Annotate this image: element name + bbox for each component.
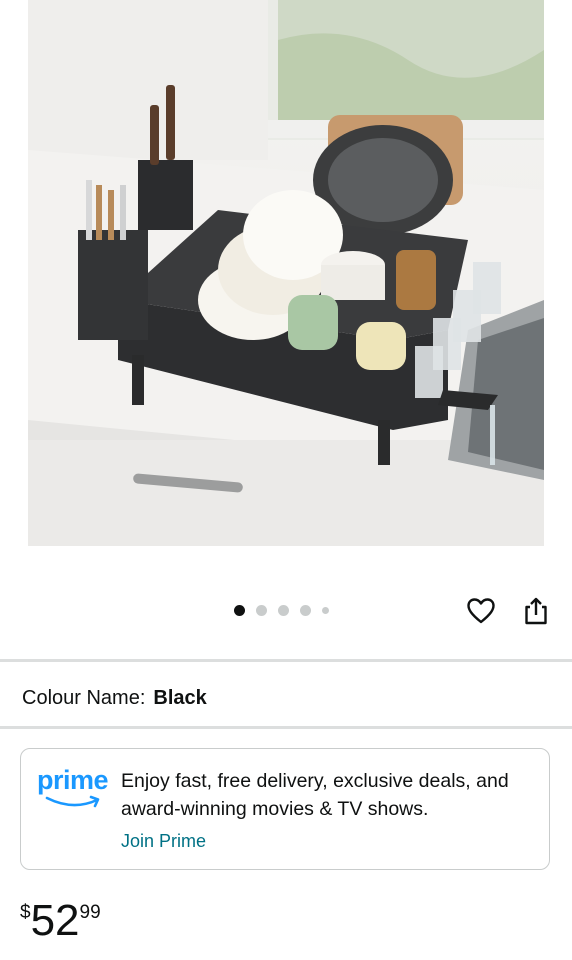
prime-promo-message: Enjoy fast, free delivery, exclusive dea… (121, 770, 509, 820)
add-to-list-button[interactable] (466, 595, 496, 627)
prime-logo: prime (37, 765, 111, 813)
carousel-dot[interactable] (256, 604, 267, 616)
image-carousel-dots[interactable] (234, 603, 329, 617)
product-price: $5299 (20, 896, 101, 946)
heart-icon (467, 598, 495, 624)
carousel-dot[interactable] (300, 604, 311, 616)
prime-smile-icon (45, 795, 100, 808)
carousel-dot[interactable] (278, 604, 289, 616)
section-divider (0, 659, 572, 662)
prime-promo-card[interactable]: prime Enjoy fast, free delivery, exclusi… (20, 748, 550, 870)
prime-logo-text: prime (37, 765, 109, 795)
colour-value: Black (153, 687, 207, 709)
join-prime-link[interactable]: Join Prime (121, 831, 206, 852)
price-fraction: 99 (79, 902, 101, 923)
carousel-dot[interactable] (234, 604, 245, 616)
price-currency: $ (20, 902, 31, 923)
share-icon (525, 597, 547, 625)
colour-label: Colour Name: (22, 687, 146, 709)
carousel-dot[interactable] (322, 606, 329, 614)
price-whole: 52 (30, 896, 80, 945)
colour-variant: Colour Name: Black (22, 686, 207, 710)
share-button[interactable] (521, 595, 551, 627)
section-divider (0, 726, 572, 729)
product-image[interactable] (28, 0, 544, 546)
